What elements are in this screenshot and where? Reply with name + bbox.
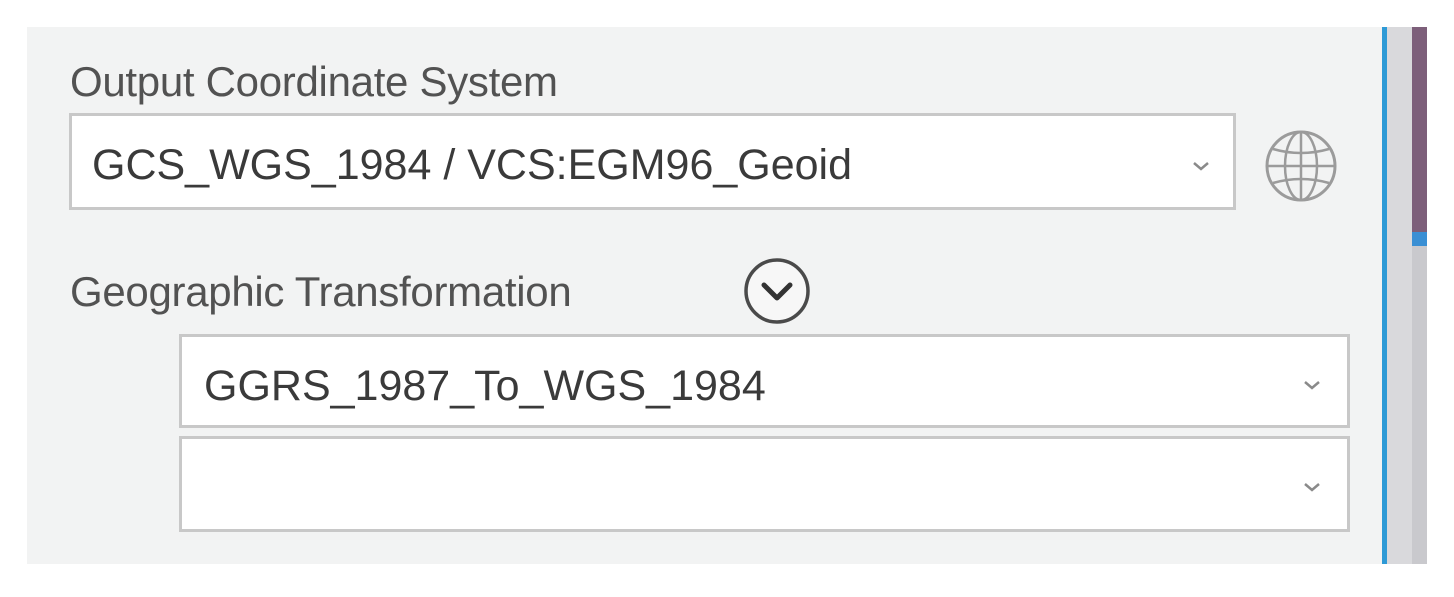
chevron-down-icon — [1193, 162, 1209, 171]
chevron-down-icon — [1304, 483, 1320, 492]
transformation-dropdown-1[interactable]: GGRS_1987_To_WGS_1984 — [179, 334, 1350, 428]
transformation-value-1: GGRS_1987_To_WGS_1984 — [204, 362, 766, 410]
adjacent-map-preview — [1412, 27, 1427, 237]
circle-chevron-down-icon[interactable] — [737, 256, 817, 326]
output-coordinate-system-label: Output Coordinate System — [70, 58, 558, 105]
output-coordinate-system-dropdown[interactable]: GCS_WGS_1984 / VCS:EGM96_Geoid — [69, 113, 1236, 210]
scroll-indicator — [1412, 232, 1427, 246]
globe-icon[interactable] — [1262, 127, 1340, 205]
geographic-transformation-label: Geographic Transformation — [70, 268, 572, 315]
output-coordinate-system-value: GCS_WGS_1984 / VCS:EGM96_Geoid — [92, 141, 853, 189]
geoprocessing-pane: Output Coordinate System GCS_WGS_1984 / … — [0, 0, 1454, 597]
transformation-dropdown-2[interactable] — [179, 436, 1350, 532]
scrollbar-track[interactable] — [1412, 246, 1427, 564]
chevron-down-icon — [1304, 381, 1320, 390]
